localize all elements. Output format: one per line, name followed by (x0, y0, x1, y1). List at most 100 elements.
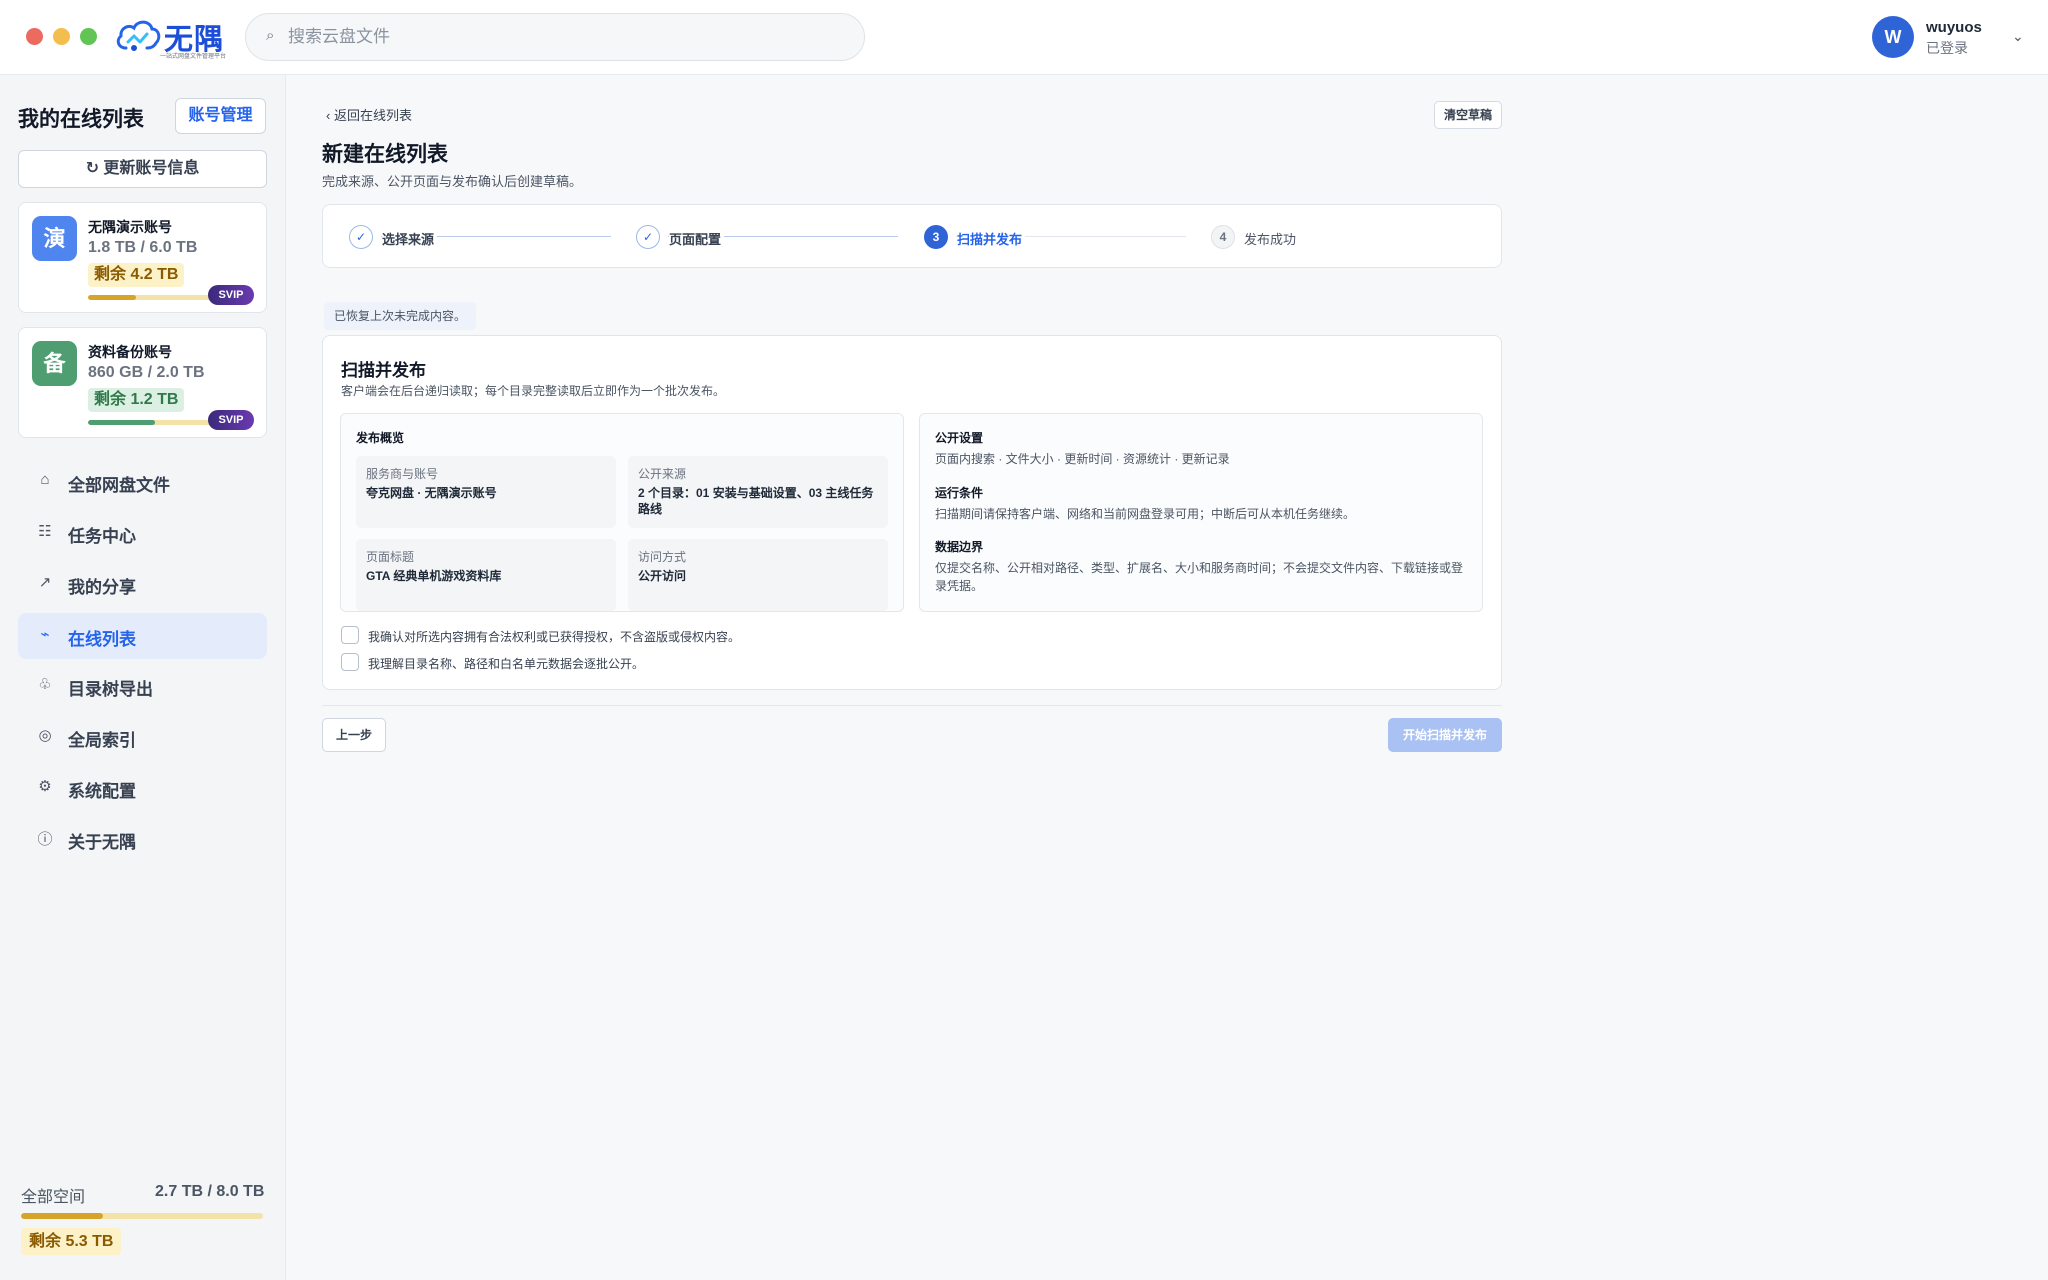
account-remaining: 剩余 4.2 TB (88, 263, 185, 287)
info-icon: ⓘ (37, 831, 53, 848)
cell-value: 夸克网盘 · 无隅演示账号 (366, 486, 497, 500)
user-status: 已登录 (1926, 40, 1968, 56)
cell-key: 服务商与账号 (366, 467, 439, 481)
sidebar-item-tasks[interactable]: ☷ 任务中心 (18, 510, 267, 556)
app-logo: 无隅 一站式网盘文件管理平台 (114, 14, 234, 60)
sidebar-item-about[interactable]: ⓘ 关于无隅 (18, 816, 267, 862)
search-icon: ⌕ (266, 27, 275, 44)
sidebar-item-settings[interactable]: ⚙ 系统配置 (18, 765, 267, 811)
sidebar-item-label: 在线列表 (68, 630, 136, 649)
window-zoom-button[interactable] (80, 28, 97, 45)
run-conditions-title: 运行条件 (935, 486, 984, 500)
account-remaining: 剩余 1.2 TB (88, 388, 185, 412)
scan-publish-panel: 扫描并发布 客户端会在后台递归读取；每个目录完整读取后立即作为一个批次发布。 发… (322, 335, 1502, 690)
sidebar-item-label: 目录树导出 (68, 680, 153, 699)
sidebar-item-label: 系统配置 (68, 782, 136, 801)
cell-value: GTA 经典单机游戏资料库 (366, 569, 502, 583)
sidebar-item-shares[interactable]: ↗ 我的分享 (18, 561, 267, 607)
run-conditions-text: 扫描期间请保持客户端、网络和当前网盘登录可用；中断后可从本机任务继续。 (935, 507, 1356, 521)
data-boundary-title: 数据边界 (935, 540, 984, 554)
home-icon: ⌂ (40, 471, 50, 488)
data-boundary-text: 仅提交名称、公开相对路径、类型、扩展名、大小和服务商时间；不会提交文件内容、下载… (935, 561, 1464, 593)
app-tagline: 一站式网盘文件管理平台 (160, 54, 227, 60)
sidebar-item-label: 全局索引 (68, 731, 136, 750)
account-usage-fill (88, 420, 156, 425)
overview-cell-provider: 服务商与账号 夸克网盘 · 无隅演示账号 (356, 456, 616, 528)
step-number: 3 (924, 225, 948, 249)
account-usage-fill (88, 295, 136, 300)
check-icon: ✓ (349, 225, 373, 249)
cell-key: 访问方式 (638, 550, 687, 564)
gear-icon: ⚙ (38, 778, 52, 795)
cell-key: 公开来源 (638, 467, 687, 481)
stepper: ✓ 选择来源 ✓ 页面配置 3 扫描并发布 4 发布成功 (322, 204, 1502, 268)
search-input[interactable] (288, 14, 848, 60)
step-label: 发布成功 (1244, 229, 1300, 248)
confirm-rights-label: 我确认对所选内容拥有合法权利或已获得授权，不含盗版或侵权内容。 (368, 630, 741, 644)
tree-icon: ♧ (38, 676, 52, 693)
account-name: 资料备份账号 (88, 344, 172, 360)
refresh-label: 更新账号信息 (103, 160, 200, 177)
sidebar-item-all-files[interactable]: ⌂ 全部网盘文件 (18, 459, 267, 505)
overview-title: 发布概览 (356, 431, 405, 445)
confirm-public-label: 我理解目录名称、路径和白名单元数据会逐批公开。 (368, 657, 645, 671)
cell-value: 公开访问 (638, 569, 687, 583)
sidebar-item-global-index[interactable]: ◎ 全局索引 (18, 714, 267, 760)
account-card-demo[interactable]: 演 无隅演示账号 1.8 TB / 6.0 TB 剩余 4.2 TB SVIP (18, 202, 267, 313)
cell-value: 2 个目录：01 安装与基础设置、03 主线任务路线 (638, 486, 874, 516)
index-icon: ◎ (38, 727, 52, 744)
user-name: wuyuos (1926, 19, 1982, 36)
share-icon: ↗ (38, 574, 52, 591)
chevron-down-icon[interactable]: ⌄ (2012, 28, 2024, 45)
account-card-backup[interactable]: 备 资料备份账号 860 GB / 2.0 TB 剩余 1.2 TB SVIP (18, 327, 267, 438)
sidebar-item-tree-export[interactable]: ♧ 目录树导出 (18, 663, 267, 709)
account-icon: 演 (32, 216, 77, 261)
overview-cell-access: 访问方式 公开访问 (628, 539, 888, 611)
avatar: W (1872, 16, 1914, 58)
online-list-icon: ⌁ (40, 626, 50, 643)
sidebar-item-label: 关于无隅 (68, 833, 136, 852)
tasks-icon: ☷ (38, 523, 52, 540)
publish-settings: 公开设置 页面内搜索 · 文件大小 · 更新时间 · 资源统计 · 更新记录 运… (919, 413, 1483, 612)
confirm-public-checkbox[interactable] (341, 653, 359, 671)
panel-subtitle: 客户端会在后台递归读取；每个目录完整读取后立即作为一个批次发布。 (341, 384, 726, 398)
total-space-fill (21, 1213, 104, 1219)
public-settings-text: 页面内搜索 · 文件大小 · 更新时间 · 资源统计 · 更新记录 (935, 452, 1230, 466)
publish-overview: 发布概览 服务商与账号 夸克网盘 · 无隅演示账号 公开来源 2 个目录：01 … (340, 413, 904, 612)
total-space-remaining: 剩余 5.3 TB (21, 1228, 122, 1255)
clear-draft-button[interactable]: 清空草稿 (1434, 101, 1502, 129)
sidebar-item-online-list[interactable]: ⌁ 在线列表 (18, 613, 267, 659)
total-space-bar (21, 1213, 263, 1219)
svip-badge: SVIP (208, 410, 254, 430)
total-space-label: 全部空间 (21, 1189, 86, 1206)
check-icon: ✓ (636, 225, 660, 249)
start-scan-publish-button[interactable]: 开始扫描并发布 (1388, 718, 1502, 752)
back-link[interactable]: ‹ 返回在线列表 (326, 105, 412, 124)
sidebar-item-label: 全部网盘文件 (68, 476, 170, 495)
footer-divider (322, 705, 1502, 706)
refresh-icon: ↻ (85, 160, 104, 177)
account-icon: 备 (32, 341, 77, 386)
chevron-left-icon: ‹ (326, 108, 334, 123)
window-minimize-button[interactable] (53, 28, 70, 45)
window-close-button[interactable] (26, 28, 43, 45)
account-usage: 860 GB / 2.0 TB (88, 364, 205, 381)
public-settings-title: 公开设置 (935, 431, 984, 445)
step-number: 4 (1211, 225, 1235, 249)
overview-cell-source: 公开来源 2 个目录：01 安装与基础设置、03 主线任务路线 (628, 456, 888, 528)
back-link-label: 返回在线列表 (333, 108, 412, 123)
page-title: 新建在线列表 (322, 143, 448, 166)
page-subtitle: 完成来源、公开页面与发布确认后创建草稿。 (322, 174, 583, 189)
account-name: 无隅演示账号 (88, 219, 172, 235)
search-box[interactable]: ⌕ (245, 13, 865, 61)
refresh-accounts-button[interactable]: ↻ 更新账号信息 (18, 150, 267, 188)
step-label: 选择来源 (382, 229, 438, 248)
confirm-rights-checkbox[interactable] (341, 626, 359, 644)
user-menu[interactable]: W wuyuos 已登录 ⌄ (1872, 16, 2032, 60)
sidebar: 我的在线列表 账号管理 ↻ 更新账号信息 演 无隅演示账号 1.8 TB / 6… (0, 75, 286, 1280)
step-label: 扫描并发布 (957, 229, 1026, 248)
previous-step-button[interactable]: 上一步 (322, 718, 386, 752)
account-manage-button[interactable]: 账号管理 (175, 98, 266, 134)
sidebar-item-label: 我的分享 (68, 578, 136, 597)
restore-notice: 已恢复上次未完成内容。 (324, 302, 477, 330)
